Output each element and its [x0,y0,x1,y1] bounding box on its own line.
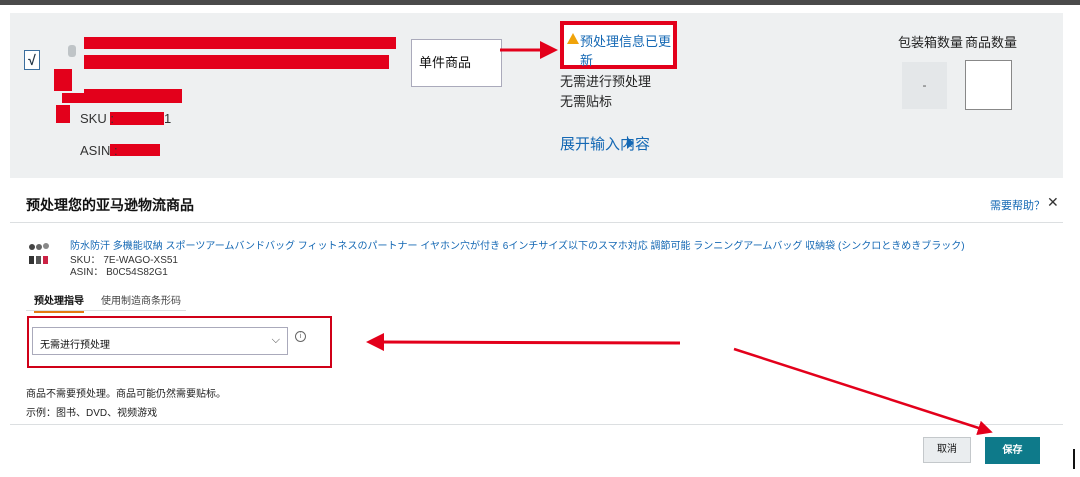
annotation-arrow [366,333,681,352]
annotation-arrow [733,347,993,436]
annotation-arrows [366,41,993,436]
